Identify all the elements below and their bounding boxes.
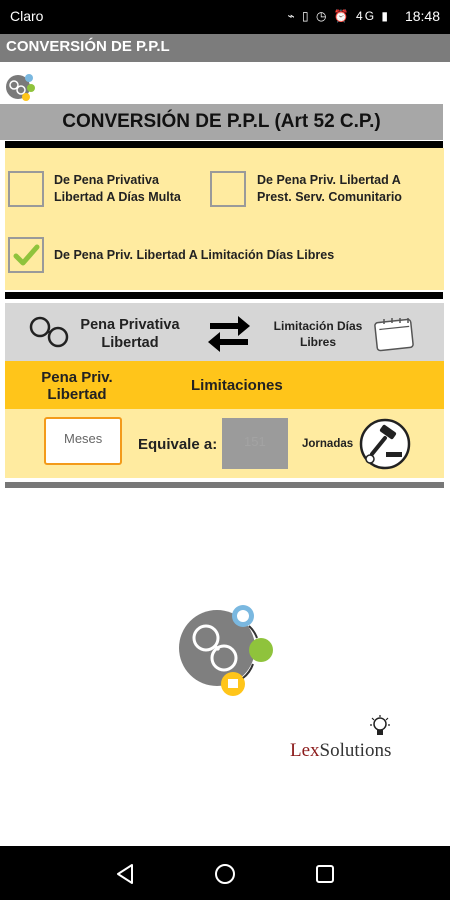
divider — [5, 292, 443, 299]
lightbulb-icon — [369, 714, 391, 740]
calendar-icon — [372, 313, 418, 353]
to-line: Libres — [299, 335, 336, 349]
app-bar: CONVERSIÓN DE P.P.L — [0, 34, 450, 62]
col-line: Pena Priv. — [41, 369, 113, 386]
app-title: CONVERSIÓN DE P.P.L — [6, 38, 170, 55]
swap-arrows-icon[interactable] — [204, 308, 254, 358]
handcuffs-icon — [26, 312, 72, 352]
meses-input[interactable]: Meses — [44, 417, 122, 465]
carrier-label: Claro — [10, 8, 44, 24]
result-placeholder: 151 — [244, 434, 266, 449]
status-icons: ⌁ ▯ ◷ ⏰ 4G ▮ — [287, 9, 390, 23]
option-limitacion-label: De Pena Priv. Libertad A Limitación Días… — [54, 248, 335, 262]
equivale-label: Equivale a: — [138, 436, 218, 453]
back-icon[interactable] — [114, 863, 136, 885]
option-line: De Pena Privativa — [54, 173, 159, 187]
clock: 18:48 — [404, 8, 440, 24]
home-icon[interactable] — [214, 863, 236, 885]
to-line: Limitación Días — [273, 319, 363, 333]
option-dias-multa-label: De Pena Privativa Libertad A Días Multa — [54, 172, 181, 206]
brand-lex: Lex — [290, 740, 320, 761]
options-panel — [5, 148, 444, 290]
jornadas-label: Jornadas — [302, 438, 354, 450]
columns-header: Pena Priv. Libertad Limitaciones — [5, 361, 444, 409]
page-title: CONVERSIÓN DE P.P.L (Art 52 C.P.) — [0, 104, 443, 140]
right-column-header: Limitaciones — [191, 377, 283, 394]
to-label: Limitación Días Libres — [266, 318, 370, 350]
meses-placeholder: Meses — [64, 431, 103, 446]
from-line: Libertad — [101, 335, 159, 351]
app-emblem-icon — [175, 602, 275, 700]
navigation-bar — [0, 846, 450, 900]
brand-solutions: Solutions — [319, 740, 392, 761]
check-icon — [13, 244, 40, 266]
option-line: De Pena Priv. Libertad A — [257, 173, 401, 187]
from-label: Pena Privativa Libertad — [74, 316, 186, 352]
recents-icon[interactable] — [315, 864, 335, 884]
col-line: Libertad — [47, 386, 107, 403]
divider — [5, 482, 444, 488]
left-column-header: Pena Priv. Libertad — [27, 369, 127, 403]
result-field: 151 — [222, 418, 288, 469]
option-line: Libertad A Días Multa — [54, 190, 181, 204]
divider — [5, 141, 443, 148]
from-line: Pena Privativa — [80, 317, 180, 333]
checkbox-limitacion-dias[interactable] — [8, 237, 44, 273]
app-logo-icon — [4, 70, 36, 102]
brand-logo: LexSolutions — [290, 740, 391, 762]
status-bar: Claro ⌁ ▯ ◷ ⏰ 4G ▮ 18:48 — [0, 0, 450, 34]
option-serv-comunitario-label: De Pena Priv. Libertad A Prest. Serv. Co… — [257, 172, 402, 206]
checkbox-dias-multa[interactable] — [8, 171, 44, 207]
checkbox-serv-comunitario[interactable] — [210, 171, 246, 207]
gavel-icon[interactable] — [358, 418, 412, 470]
option-line: Prest. Serv. Comunitario — [257, 190, 402, 204]
